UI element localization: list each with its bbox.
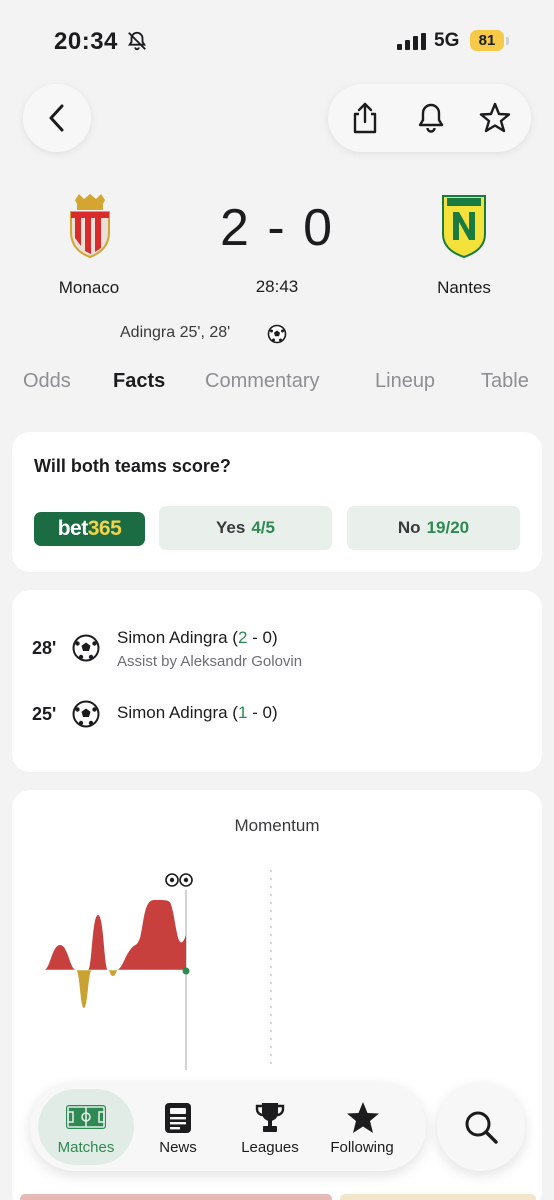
bet365-logo[interactable]: bet365 bbox=[34, 512, 145, 546]
nav-label: Matches bbox=[57, 1139, 115, 1156]
odds-yes-label: Yes bbox=[216, 518, 246, 537]
star-filled-icon bbox=[347, 1102, 379, 1133]
match-clock: 28:43 bbox=[255, 277, 299, 296]
nav-matches[interactable]: Matches bbox=[38, 1089, 134, 1165]
bell-icon[interactable] bbox=[414, 101, 448, 135]
momentum-chart bbox=[44, 870, 272, 1070]
nantes-crest-icon bbox=[442, 195, 486, 258]
odds-card: Will both teams score? bet365 Yes 4/5 No 1… bbox=[12, 432, 542, 572]
tab-table[interactable]: Table bbox=[481, 370, 529, 393]
event-score-open: ( bbox=[227, 703, 238, 722]
odds-no-label: No bbox=[397, 518, 421, 537]
event-minute: 25' bbox=[32, 704, 57, 724]
soccer-ball-icon bbox=[267, 324, 287, 344]
nav-label: Leagues bbox=[241, 1139, 299, 1156]
home-team-name: Monaco bbox=[58, 278, 120, 297]
network-type: 5G bbox=[434, 30, 460, 51]
header-actions bbox=[328, 84, 531, 152]
monaco-crest-icon bbox=[70, 194, 110, 258]
match-score: 2 - 0 bbox=[219, 199, 335, 257]
event-minute: 28' bbox=[32, 638, 57, 658]
momentum-title: Momentum bbox=[234, 816, 320, 835]
nav-label: News bbox=[159, 1139, 197, 1156]
odds-yes-button[interactable]: Yes 4/5 bbox=[159, 506, 332, 550]
event-row[interactable]: 25' Simon Adingra (1 - 0) bbox=[12, 698, 542, 748]
back-icon bbox=[49, 104, 64, 132]
pitch-icon bbox=[66, 1105, 106, 1129]
home-scorers: Adingra 25', 28' bbox=[120, 324, 231, 341]
odds-question: Will both teams score? bbox=[34, 456, 231, 476]
event-score-rest: - 0) bbox=[247, 628, 278, 647]
event-score-open: ( bbox=[227, 628, 238, 647]
tab-facts[interactable]: Facts bbox=[113, 370, 165, 393]
event-player: Simon Adingra (1 - 0) bbox=[117, 703, 278, 723]
away-team-name: Nantes bbox=[437, 278, 491, 297]
bottom-peek-card bbox=[340, 1194, 536, 1200]
momentum-home-area bbox=[44, 900, 186, 970]
nav-following[interactable]: Following bbox=[314, 1089, 410, 1165]
event-row[interactable]: 28' Simon Adingra (2 - 0) Assist by Alek… bbox=[12, 624, 542, 674]
bookmaker-name-a: bet bbox=[57, 517, 89, 540]
star-icon[interactable] bbox=[478, 101, 512, 135]
momentum-away-area bbox=[76, 970, 118, 1008]
news-icon bbox=[165, 1103, 191, 1133]
battery-level: 81 bbox=[470, 30, 504, 51]
nav-news[interactable]: News bbox=[130, 1089, 226, 1165]
tab-commentary[interactable]: Commentary bbox=[205, 370, 319, 393]
event-assist: Assist by Aleksandr Golovin bbox=[117, 653, 303, 670]
trophy-icon bbox=[255, 1103, 285, 1132]
goal-icon bbox=[72, 700, 100, 728]
odds-no-value: 19/20 bbox=[426, 518, 470, 537]
back-button[interactable] bbox=[23, 84, 91, 152]
search-icon bbox=[465, 1111, 498, 1144]
bell-off-icon bbox=[127, 31, 147, 51]
tab-odds[interactable]: Odds bbox=[23, 370, 71, 393]
event-score-rest: - 0) bbox=[247, 703, 278, 722]
event-player: Simon Adingra (2 - 0) bbox=[117, 628, 278, 648]
goal-marker-icon bbox=[165, 873, 193, 887]
odds-no-button[interactable]: No 19/20 bbox=[347, 506, 520, 550]
status-time: 20:34 bbox=[54, 28, 118, 55]
events-card: 28' Simon Adingra (2 - 0) Assist by Alek… bbox=[12, 590, 542, 772]
momentum-current-dot bbox=[182, 967, 190, 975]
search-button[interactable] bbox=[437, 1083, 525, 1171]
tab-lineup[interactable]: Lineup bbox=[375, 370, 435, 393]
bookmaker-name-b: 365 bbox=[87, 517, 122, 540]
battery-tip bbox=[506, 37, 509, 45]
match-tabs: Odds Facts Commentary Lineup Table bbox=[0, 370, 554, 400]
goal-icon bbox=[72, 634, 100, 662]
nav-leagues[interactable]: Leagues bbox=[222, 1089, 318, 1165]
nav-label: Following bbox=[330, 1139, 394, 1156]
bottom-peek-card bbox=[20, 1194, 332, 1200]
signal-icon bbox=[397, 33, 426, 50]
status-bar: 20:34 5G 81 bbox=[0, 0, 554, 70]
bottom-nav: Matches News Leagues Following bbox=[30, 1083, 426, 1171]
share-icon[interactable] bbox=[348, 101, 382, 135]
odds-yes-value: 4/5 bbox=[251, 518, 275, 537]
event-player-name: Simon Adingra bbox=[117, 628, 228, 647]
event-player-name: Simon Adingra bbox=[117, 703, 228, 722]
